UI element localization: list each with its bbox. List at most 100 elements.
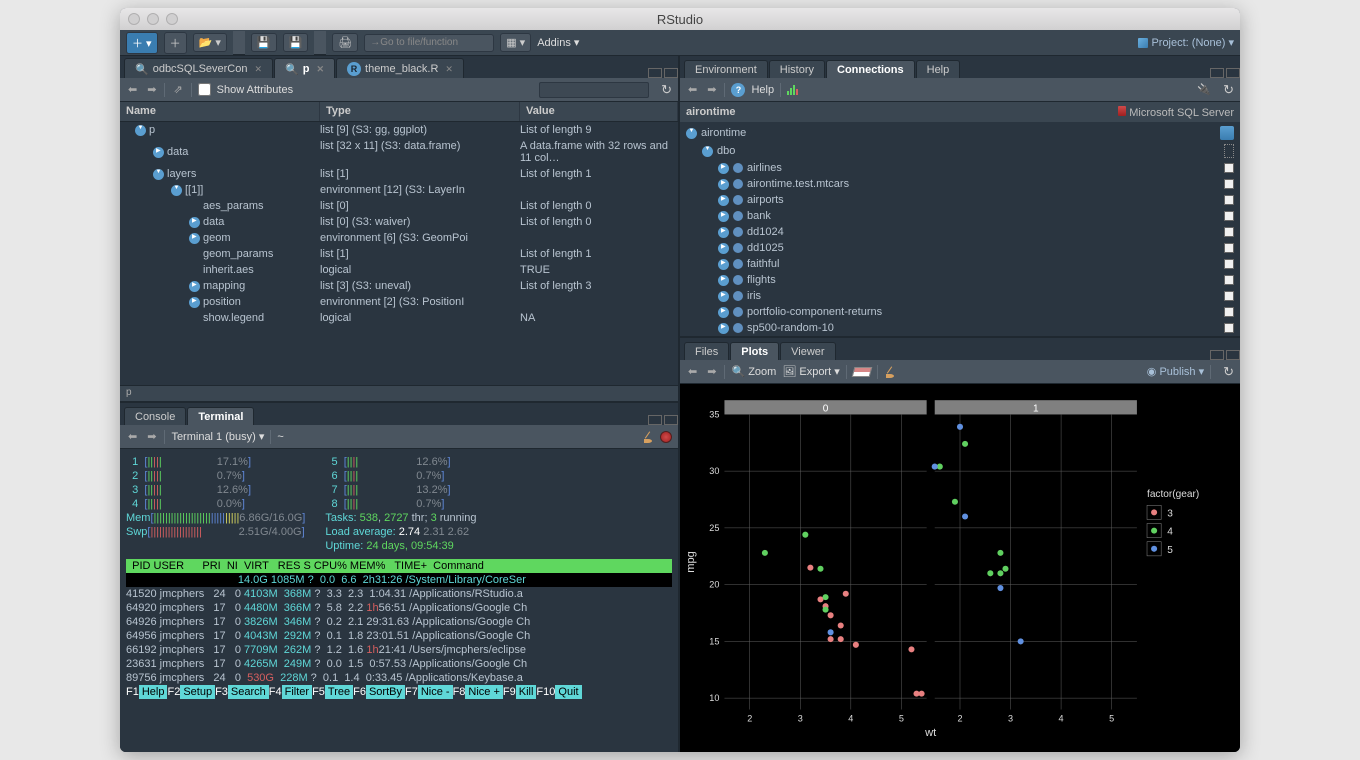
collapse-icon[interactable] [189, 297, 200, 308]
forward-button[interactable]: ➡ [145, 83, 158, 96]
object-row[interactable]: datalist [0] (S3: waiver)List of length … [120, 214, 678, 230]
conn-table-row[interactable]: portfolio-component-returns [682, 304, 1238, 320]
forward-button[interactable]: ➡ [705, 83, 718, 96]
conn-table-row[interactable]: airlines [682, 160, 1238, 176]
goto-file-input[interactable]: → Go to file/function [364, 34, 494, 52]
plot-tab[interactable]: Viewer [780, 342, 835, 360]
preview-checkbox[interactable] [1224, 243, 1234, 253]
remove-plot-icon[interactable] [851, 367, 872, 377]
back-button[interactable]: ⬅ [126, 83, 139, 96]
pane-minimize-icon[interactable] [648, 68, 662, 78]
expand-icon[interactable] [718, 227, 729, 238]
project-menu[interactable]: Project: (None) ▾ [1138, 36, 1234, 49]
clear-terminal-icon[interactable] [642, 431, 654, 443]
refresh-button[interactable]: ↻ [661, 82, 672, 98]
source-popout-icon[interactable]: ⇗ [171, 83, 184, 96]
source-tab[interactable]: Rtheme_black.R✕ [336, 58, 464, 78]
terminal-picker[interactable]: Terminal 1 (busy) ▾ [171, 430, 264, 443]
object-row[interactable]: plist [9] (S3: gg, ggplot)List of length… [120, 122, 678, 138]
show-attributes-checkbox[interactable] [198, 83, 211, 96]
back-button[interactable]: ⬅ [686, 83, 699, 96]
expand-icon[interactable] [718, 291, 729, 302]
expand-icon[interactable] [718, 259, 729, 270]
plot-tab[interactable]: Plots [730, 342, 779, 360]
preview-checkbox[interactable] [1224, 275, 1234, 285]
object-row[interactable]: layerslist [1]List of length 1 [120, 166, 678, 182]
object-row[interactable]: show.legendlogicalNA [120, 310, 678, 326]
source-tab[interactable]: 🔍odbcSQLSeverCon✕ [124, 58, 273, 78]
new-project-button[interactable]: ＋ [164, 32, 187, 54]
preview-checkbox[interactable] [1224, 195, 1234, 205]
plot-tab[interactable]: Files [684, 342, 729, 360]
preview-checkbox[interactable] [1224, 291, 1234, 301]
console-tab[interactable]: Console [124, 407, 186, 425]
close-tab-icon[interactable]: ✕ [254, 64, 262, 75]
pane-minimize-icon[interactable] [648, 415, 662, 425]
conn-table-row[interactable]: faithful [682, 256, 1238, 272]
collapse-icon[interactable] [189, 281, 200, 292]
collapse-icon[interactable] [189, 217, 200, 228]
env-tab[interactable]: Environment [684, 60, 768, 78]
env-tab[interactable]: History [769, 60, 825, 78]
conn-table-row[interactable]: iris [682, 288, 1238, 304]
object-row[interactable]: geomenvironment [6] (S3: GeomPoi [120, 230, 678, 246]
close-window-button[interactable] [128, 13, 140, 25]
conn-table-row[interactable]: sp500-random-10 [682, 320, 1238, 336]
stop-terminal-icon[interactable] [660, 431, 672, 443]
conn-table-row[interactable]: airports [682, 192, 1238, 208]
conn-table-row[interactable]: airontime.test.mtcars [682, 176, 1238, 192]
expand-icon[interactable] [718, 179, 729, 190]
next-plot-button[interactable]: ➡ [705, 365, 718, 378]
object-row[interactable]: positionenvironment [2] (S3: PositionI [120, 294, 678, 310]
preview-checkbox[interactable] [1224, 227, 1234, 237]
conn-table-row[interactable]: flights [682, 272, 1238, 288]
object-row[interactable]: aes_paramslist [0]List of length 0 [120, 198, 678, 214]
open-file-button[interactable]: 📂 ▾ [193, 33, 227, 52]
addins-menu[interactable]: Addins ▾ [537, 36, 579, 49]
print-button[interactable]: 🖨 [332, 33, 358, 52]
disconnect-icon[interactable]: 🔌 [1197, 83, 1211, 96]
preview-checkbox[interactable] [1224, 323, 1234, 333]
expand-icon[interactable] [718, 195, 729, 206]
expand-icon[interactable] [718, 307, 729, 318]
collapse-icon[interactable] [189, 233, 200, 244]
save-all-button[interactable]: 💾 [283, 33, 309, 52]
object-row[interactable]: inherit.aeslogicalTRUE [120, 262, 678, 278]
publish-button[interactable]: ◉ Publish ▾ [1147, 365, 1204, 378]
preview-checkbox[interactable] [1224, 163, 1234, 173]
env-tab[interactable]: Connections [826, 60, 915, 78]
pane-maximize-icon[interactable] [664, 415, 678, 425]
expand-icon[interactable] [135, 125, 146, 136]
expand-icon[interactable] [171, 185, 182, 196]
minimize-window-button[interactable] [147, 13, 159, 25]
export-button[interactable]: 🖼 Export ▾ [782, 365, 839, 378]
clear-plots-icon[interactable] [884, 366, 896, 378]
conn-table-row[interactable]: dd1025 [682, 240, 1238, 256]
connection-usage-icon[interactable] [787, 85, 798, 95]
connections-help-button[interactable]: Help [751, 84, 774, 96]
preview-checkbox[interactable] [1224, 307, 1234, 317]
expand-icon[interactable] [686, 128, 697, 139]
prev-plot-button[interactable]: ⬅ [686, 365, 699, 378]
preview-checkbox[interactable] [1224, 259, 1234, 269]
expand-icon[interactable] [702, 146, 713, 157]
zoom-button[interactable]: 🔍 Zoom [731, 365, 776, 378]
console-tab[interactable]: Terminal [187, 407, 254, 425]
search-input[interactable] [539, 82, 649, 98]
pane-layout-button[interactable]: ▦ ▾ [500, 33, 531, 52]
conn-schema-row[interactable]: dbo [682, 142, 1238, 160]
pane-minimize-icon[interactable] [1210, 350, 1224, 360]
expand-icon[interactable] [153, 169, 164, 180]
object-row[interactable]: geom_paramslist [1]List of length 1 [120, 246, 678, 262]
preview-checkbox[interactable] [1224, 179, 1234, 189]
pane-maximize-icon[interactable] [1226, 68, 1240, 78]
collapse-icon[interactable] [153, 147, 164, 158]
zoom-window-button[interactable] [166, 13, 178, 25]
close-tab-icon[interactable]: ✕ [316, 64, 324, 75]
conn-db-row[interactable]: airontime [682, 124, 1238, 142]
refresh-button[interactable]: ↻ [1223, 82, 1234, 98]
expand-icon[interactable] [718, 275, 729, 286]
object-row[interactable]: datalist [32 x 11] (S3: data.frame)A dat… [120, 138, 678, 166]
conn-table-row[interactable]: bank [682, 208, 1238, 224]
terminal-output[interactable]: 1 [||||| 17.1%] 2 [||||| 0.7%] 3 [||||| … [120, 449, 678, 752]
